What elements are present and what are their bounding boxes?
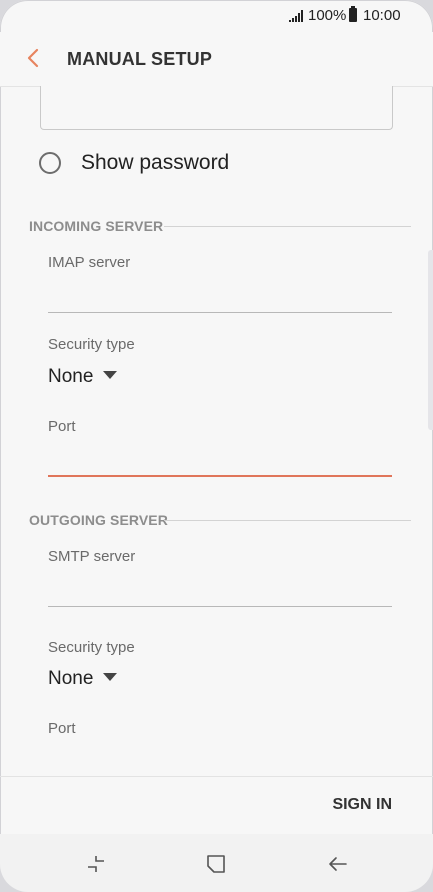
smtp-server-label: SMTP server: [48, 548, 136, 565]
dropdown-caret-icon: [103, 673, 118, 681]
incoming-port-input[interactable]: [48, 475, 392, 477]
section-divider: [164, 520, 411, 521]
show-password-checkbox[interactable]: [39, 152, 61, 174]
imap-server-input[interactable]: [48, 312, 392, 313]
app-header: MANUAL SETUP: [0, 32, 433, 87]
dropdown-caret-icon: [103, 371, 118, 379]
show-password-label[interactable]: Show password: [81, 151, 229, 175]
incoming-security-type-label: Security type: [48, 336, 135, 353]
section-divider: [164, 226, 411, 227]
recents-icon[interactable]: [84, 852, 108, 876]
sign-in-button[interactable]: SIGN IN: [332, 796, 392, 814]
clock: 10:00: [363, 7, 401, 24]
outgoing-port-label: Port: [48, 720, 76, 737]
password-field[interactable]: [40, 86, 393, 130]
incoming-security-type-value: None: [48, 366, 94, 387]
incoming-port-label: Port: [48, 418, 76, 435]
navigation-bar: [0, 834, 433, 892]
edge-panel-handle[interactable]: [428, 250, 433, 430]
home-icon[interactable]: [204, 852, 228, 876]
phone-screen: 100% 10:00 MANUAL SETUP Show password IN…: [0, 0, 433, 892]
incoming-security-type-dropdown[interactable]: None: [48, 366, 118, 388]
status-bar: 100% 10:00: [0, 0, 433, 32]
outgoing-server-header: OUTGOING SERVER: [29, 512, 168, 528]
outgoing-security-type-label: Security type: [48, 639, 135, 656]
incoming-server-header: INCOMING SERVER: [29, 218, 164, 234]
back-arrow-icon[interactable]: [326, 852, 350, 876]
page-title: MANUAL SETUP: [67, 49, 213, 69]
chevron-left-icon[interactable]: [22, 46, 46, 70]
signal-icon: [289, 10, 303, 22]
smtp-server-input[interactable]: [48, 606, 392, 607]
outgoing-security-type-value: None: [48, 668, 94, 689]
battery-percent: 100%: [308, 7, 347, 24]
battery-icon: [349, 6, 357, 22]
footer-divider: [0, 776, 433, 777]
imap-server-label: IMAP server: [48, 254, 131, 271]
outgoing-security-type-dropdown[interactable]: None: [48, 668, 118, 690]
